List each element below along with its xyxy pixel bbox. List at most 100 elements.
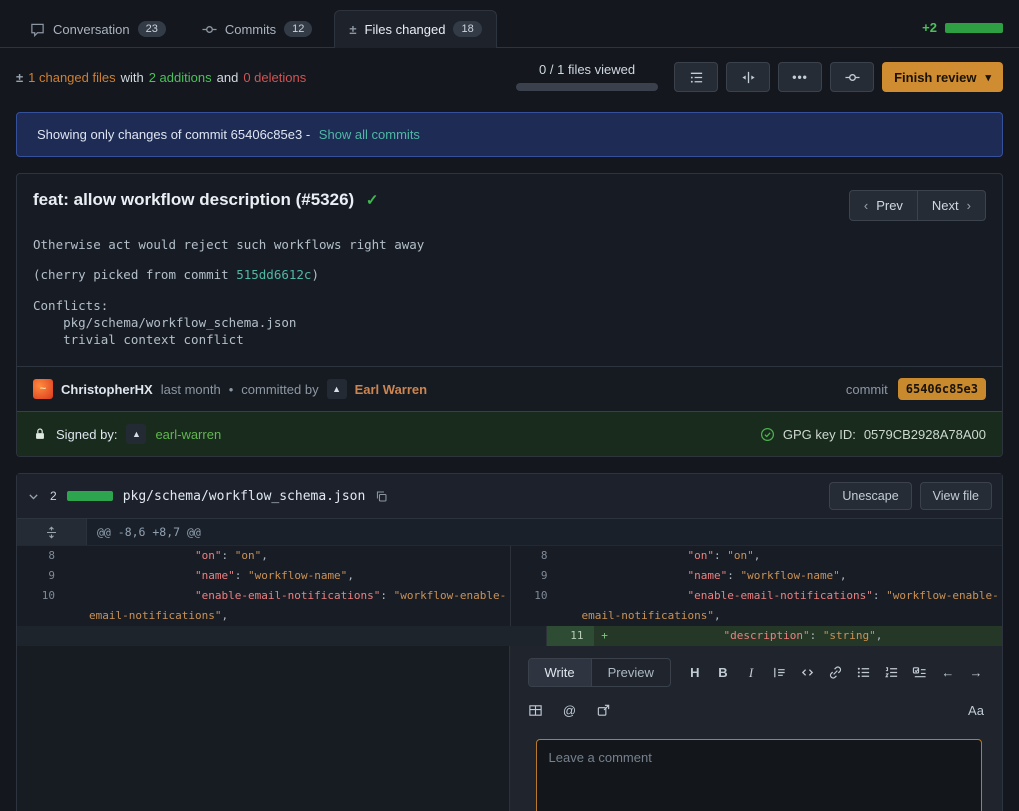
heading-button[interactable]: H xyxy=(687,664,703,682)
ellipsis-icon: ••• xyxy=(792,70,808,84)
line-sign-new xyxy=(558,586,580,606)
collapse-file-icon[interactable] xyxy=(27,490,40,503)
line-sign-old xyxy=(65,606,87,626)
commit-panel: feat: allow workflow description (#5326)… xyxy=(16,173,1003,457)
line-number-new[interactable]: 10 xyxy=(510,586,558,606)
line-number-new[interactable]: 8 xyxy=(510,546,558,566)
gpg-verified-icon xyxy=(760,427,775,442)
tab-commits[interactable]: Commits 12 xyxy=(188,11,327,47)
author-avatar[interactable]: ~ xyxy=(33,379,53,399)
diff-stats-additions: +2 xyxy=(922,20,937,35)
code-line-new: "description": "string", xyxy=(616,626,1003,646)
unordered-list-button[interactable] xyxy=(856,664,872,682)
line-sign-old xyxy=(65,566,87,586)
code-button[interactable] xyxy=(799,664,815,682)
files-viewed-label: 0 / 1 files viewed xyxy=(516,62,658,77)
diff-row-added: 11 + "description": "string", xyxy=(17,626,1002,646)
split-view-toggle-button[interactable] xyxy=(726,62,770,92)
line-sign-new xyxy=(558,566,580,586)
file-tree-toggle-button[interactable] xyxy=(674,62,718,92)
code-line-old-empty xyxy=(87,626,546,646)
code-line-new: "name": "workflow-name", xyxy=(580,566,1003,586)
table-button[interactable] xyxy=(528,701,544,719)
code-line-old: email-notifications", xyxy=(87,606,510,626)
commit-sha-badge[interactable]: 65406c85e3 xyxy=(898,378,986,400)
signer-link[interactable]: earl-warren xyxy=(155,427,221,442)
ordered-list-button[interactable] xyxy=(884,664,900,682)
prev-commit-button[interactable]: ‹ Prev xyxy=(849,190,918,221)
finish-review-button[interactable]: Finish review ▾ xyxy=(882,62,1003,92)
diff-toolbar: ± 1 changed files with 2 additions and 0… xyxy=(0,48,1019,104)
line-number-old[interactable]: 9 xyxy=(17,566,65,586)
show-all-commits-link[interactable]: Show all commits xyxy=(319,127,420,142)
commit-select-button[interactable] xyxy=(830,62,874,92)
line-sign-old xyxy=(65,586,87,606)
pr-tab-bar: Conversation 23 Commits 12 ± Files chang… xyxy=(0,0,1019,48)
caret-down-icon: ▾ xyxy=(985,71,991,84)
commit-author-row: ~ ChristopherHX last month • committed b… xyxy=(17,366,1002,411)
font-size-button[interactable]: Aa xyxy=(968,701,984,719)
hunk-header-text: @@ -8,6 +8,7 @@ xyxy=(87,519,1002,545)
tab-label: Files changed xyxy=(365,22,446,37)
copy-path-icon[interactable] xyxy=(375,490,388,503)
task-list-button[interactable] xyxy=(912,664,928,682)
undo-button[interactable]: ← xyxy=(940,664,956,682)
line-sign-old xyxy=(65,546,87,566)
code-icon xyxy=(800,665,815,680)
diff-icon: ± xyxy=(349,22,356,37)
quote-button[interactable] xyxy=(771,664,787,682)
commit-time: last month xyxy=(161,382,221,397)
tab-files-changed[interactable]: ± Files changed 18 xyxy=(334,10,496,48)
committer-name[interactable]: Earl Warren xyxy=(355,382,428,397)
preview-tab[interactable]: Preview xyxy=(591,659,670,686)
unordered-list-icon xyxy=(856,665,871,680)
author-name[interactable]: ChristopherHX xyxy=(61,382,153,397)
file-header: 2 pkg/schema/workflow_schema.json Unesca… xyxy=(17,474,1002,519)
task-list-icon xyxy=(912,665,927,680)
ci-success-icon: ✓ xyxy=(366,192,379,209)
tab-label: Commits xyxy=(225,22,276,37)
line-number-old[interactable]: 10 xyxy=(17,586,65,606)
triangle-icon: ▲ xyxy=(332,384,341,394)
changed-files-summary: ± 1 changed files with 2 additions and 0… xyxy=(16,70,306,85)
code-line-old: "name": "workflow-name", xyxy=(87,566,510,586)
view-file-button[interactable]: View file xyxy=(920,482,992,510)
summary-text: and xyxy=(217,70,239,85)
mention-button[interactable]: @ xyxy=(562,701,578,719)
triangle-icon: ▲ xyxy=(132,429,141,439)
reference-button[interactable] xyxy=(596,701,612,719)
comment-textarea[interactable] xyxy=(536,739,983,811)
line-sign-new xyxy=(558,606,580,626)
italic-button[interactable]: I xyxy=(743,664,759,682)
next-commit-button[interactable]: Next › xyxy=(918,190,986,221)
line-number-new[interactable]: 9 xyxy=(510,566,558,586)
signature-row: Signed by: ▲ earl-warren GPG key ID: 057… xyxy=(17,411,1002,456)
comment-editor: Write Preview H B I xyxy=(510,646,1003,811)
code-line-old: "on": "on", xyxy=(87,546,510,566)
diff-options-button[interactable]: ••• xyxy=(778,62,822,92)
prev-label: Prev xyxy=(876,198,903,213)
cherry-pick-hash-link[interactable]: 515dd6612c xyxy=(236,267,311,282)
tab-conversation[interactable]: Conversation 23 xyxy=(16,11,180,47)
committed-by-label: committed by xyxy=(241,382,318,397)
tab-label: Conversation xyxy=(53,22,130,37)
link-button[interactable] xyxy=(827,664,843,682)
line-number-old xyxy=(17,626,65,646)
code-line-old: "enable-email-notifications": "workflow-… xyxy=(87,586,510,606)
line-number-new xyxy=(510,606,558,626)
table-icon xyxy=(528,703,543,718)
cherry-pick-text: (cherry picked from commit xyxy=(33,267,236,282)
line-number-old[interactable]: 8 xyxy=(17,546,65,566)
files-viewed-progress: 0 / 1 files viewed xyxy=(516,62,658,91)
line-number-new[interactable]: 11 xyxy=(546,626,594,646)
file-path: pkg/schema/workflow_schema.json xyxy=(123,489,366,504)
write-tab[interactable]: Write xyxy=(529,659,591,686)
redo-button[interactable]: → xyxy=(968,664,984,682)
bold-button[interactable]: B xyxy=(715,664,731,682)
commit-icon xyxy=(845,70,860,85)
unescape-button[interactable]: Unescape xyxy=(829,482,911,510)
commit-filter-banner: Showing only changes of commit 65406c85e… xyxy=(16,112,1003,157)
signer-avatar[interactable]: ▲ xyxy=(126,424,146,444)
expand-diff-button[interactable] xyxy=(17,519,87,545)
committer-avatar[interactable]: ▲ xyxy=(327,379,347,399)
